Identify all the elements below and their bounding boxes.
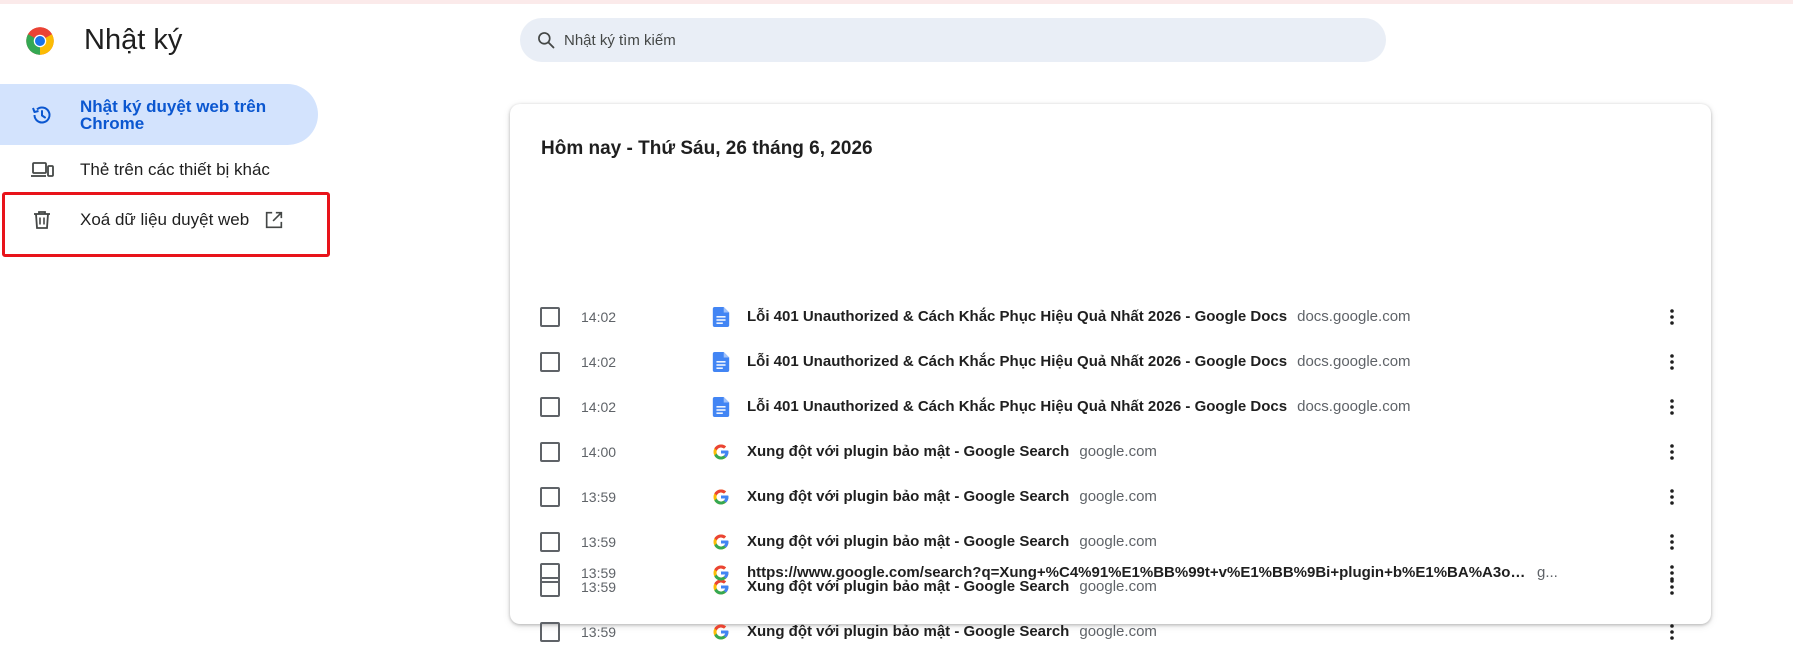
google-g-icon [713,624,729,639]
sidebar-item-other-devices[interactable]: Thẻ trên các thiết bị khác [0,152,270,188]
row-checkbox[interactable] [540,486,560,507]
row-title-link[interactable]: Lỗi 401 Unauthorized & Cách Khắc Phục Hi… [747,353,1287,370]
history-icon [32,106,51,123]
history-row[interactable]: 14:02 Lỗi 401 Unauthorized & Cách Khắc P… [510,384,1711,429]
row-domain: google.com [1079,488,1157,505]
row-checkbox[interactable] [540,396,560,417]
row-domain: google.com [1079,533,1157,550]
more-vert-icon[interactable] [1662,622,1682,642]
row-title-link[interactable]: Xung đột với plugin bảo mật - Google Sea… [747,533,1069,550]
row-content: Xung đột với plugin bảo mật - Google Sea… [747,443,1157,460]
more-vert-icon[interactable] [1662,532,1682,552]
search-icon [538,32,555,49]
row-time: 14:02 [581,308,617,325]
google-docs-icon [712,351,730,372]
row-checkbox[interactable] [540,531,560,552]
row-content: Lỗi 401 Unauthorized & Cách Khắc Phục Hi… [747,398,1411,415]
history-row[interactable]: 13:59 https://www.google.com/search?q=Xu… [510,550,1711,595]
history-card: Hôm nay - Thứ Sáu, 26 tháng 6, 2026 14:0… [510,104,1711,642]
row-time: 13:59 [581,623,617,640]
more-vert-icon[interactable] [1662,397,1682,417]
search-input[interactable] [564,31,1344,49]
row-title-link[interactable]: Lỗi 401 Unauthorized & Cách Khắc Phục Hi… [747,308,1287,325]
google-g-icon [713,444,729,459]
search-bar[interactable] [520,18,1386,62]
row-title-link[interactable]: https://www.google.com/search?q=Xung+%C4… [747,564,1527,581]
row-checkbox[interactable] [540,621,560,642]
row-content: Lỗi 401 Unauthorized & Cách Khắc Phục Hi… [747,308,1411,325]
row-time: 13:59 [581,488,617,505]
more-vert-icon[interactable] [1662,563,1682,583]
row-checkbox[interactable] [540,562,560,583]
row-title-link[interactable]: Xung đột với plugin bảo mật - Google Sea… [747,488,1069,505]
row-domain: g... [1537,564,1558,581]
history-row[interactable]: 13:59 Xung đột với plugin bảo mật - Goog… [510,474,1711,519]
top-border [0,0,1793,4]
row-time: 14:00 [581,443,617,460]
row-content: https://www.google.com/search?q=Xung+%C4… [747,564,1558,581]
row-checkbox[interactable] [540,351,560,372]
row-title-link[interactable]: Xung đột với plugin bảo mật - Google Sea… [747,443,1069,460]
row-content: Xung đột với plugin bảo mật - Google Sea… [747,623,1157,640]
row-title-link[interactable]: Lỗi 401 Unauthorized & Cách Khắc Phục Hi… [747,398,1287,415]
google-g-icon [713,534,729,549]
row-domain: docs.google.com [1297,308,1411,325]
row-time: 13:59 [581,564,617,581]
row-content: Xung đột với plugin bảo mật - Google Sea… [747,533,1157,550]
devices-icon [31,162,54,177]
history-row[interactable]: 13:59 Xung đột với plugin bảo mật - Goog… [510,609,1711,654]
day-heading: Hôm nay - Thứ Sáu, 26 tháng 6, 2026 [541,138,873,159]
row-content: Xung đột với plugin bảo mật - Google Sea… [747,488,1157,505]
row-checkbox[interactable] [540,441,560,462]
google-g-icon [713,565,729,580]
history-row[interactable]: 14:00 Xung đột với plugin bảo mật - Goog… [510,429,1711,474]
more-vert-icon[interactable] [1662,487,1682,507]
row-domain: docs.google.com [1297,398,1411,415]
row-time: 14:02 [581,353,617,370]
sidebar-item-label: Nhật ký duyệt web trên Chrome [80,96,267,133]
more-vert-icon[interactable] [1662,352,1682,372]
google-g-icon [713,489,729,504]
sidebar-item-label: Thẻ trên các thiết bị khác [80,160,270,179]
sidebar-item-chrome-history[interactable]: Nhật ký duyệt web trên Chrome [0,84,318,145]
page-title: Nhật ký [84,24,183,56]
highlight-annotation [2,192,330,257]
more-vert-icon[interactable] [1662,307,1682,327]
google-docs-icon [712,306,730,327]
row-domain: docs.google.com [1297,353,1411,370]
row-time: 14:02 [581,398,617,415]
more-vert-icon[interactable] [1662,442,1682,462]
row-content: Lỗi 401 Unauthorized & Cách Khắc Phục Hi… [747,353,1411,370]
row-domain: google.com [1079,623,1157,640]
row-time: 13:59 [581,533,617,550]
row-domain: google.com [1079,443,1157,460]
history-row[interactable]: 14:02 Lỗi 401 Unauthorized & Cách Khắc P… [510,339,1711,384]
history-row[interactable]: 14:02 Lỗi 401 Unauthorized & Cách Khắc P… [510,294,1711,339]
row-title-link[interactable]: Xung đột với plugin bảo mật - Google Sea… [747,623,1069,640]
chrome-logo-icon [26,27,54,55]
row-checkbox[interactable] [540,306,560,327]
google-docs-icon [712,396,730,417]
